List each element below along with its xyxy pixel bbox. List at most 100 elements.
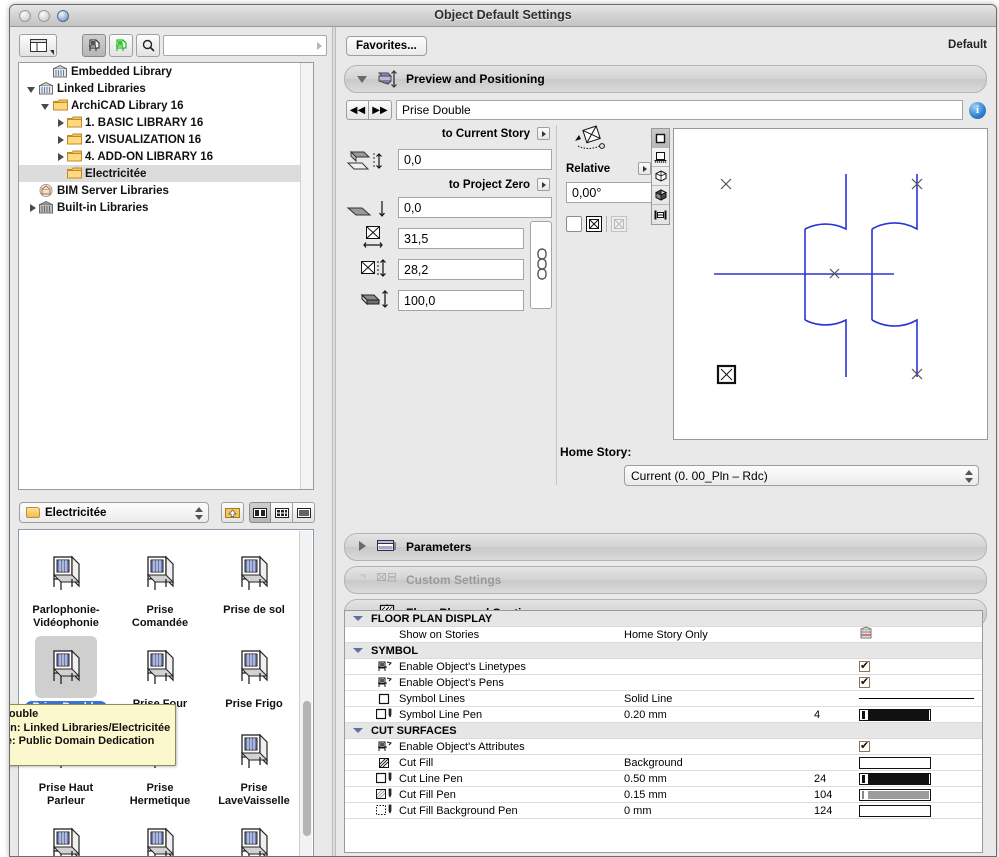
proportion-lock-chain[interactable] bbox=[530, 221, 552, 309]
pane-splitter[interactable] bbox=[332, 27, 336, 857]
anchor-point-alternate-button[interactable] bbox=[611, 216, 627, 232]
library-tree-item[interactable]: 1. BASIC LIBRARY 16 bbox=[19, 114, 313, 131]
folder-popup-stepper-icon[interactable] bbox=[195, 506, 203, 521]
pen-color-swatch[interactable] bbox=[859, 709, 931, 721]
thumbnail-scrollbar-thumb[interactable] bbox=[303, 701, 311, 836]
home-story-popup[interactable]: Current (0. 00_Pln – Rdc) bbox=[624, 465, 979, 486]
to-project-zero-value[interactable]: 0,0 bbox=[398, 197, 552, 218]
view-mode-button[interactable] bbox=[19, 34, 57, 57]
search-scope-arrow-icon[interactable] bbox=[317, 42, 322, 50]
disclosure-triangle-icon[interactable] bbox=[41, 101, 51, 111]
pen-color-swatch[interactable] bbox=[859, 757, 931, 769]
section-header-parameters[interactable]: Parameters bbox=[344, 533, 987, 561]
preview-3d-wireframe-button[interactable] bbox=[652, 167, 669, 186]
library-tree-item[interactable]: ArchiCAD Library 16 bbox=[19, 97, 313, 114]
preview-view-toolbar[interactable] bbox=[651, 128, 670, 225]
object-name-field[interactable]: Prise Double bbox=[396, 100, 963, 120]
search-field-wrapper[interactable] bbox=[163, 35, 327, 56]
library-object-thumbnail[interactable]: Prise Frigo bbox=[207, 632, 301, 716]
checkbox-checked-icon[interactable] bbox=[859, 661, 870, 672]
library-object-thumbnail[interactable]: Prise LaveVaisselle bbox=[207, 716, 301, 810]
to-current-story-popup-arrow-icon[interactable] bbox=[537, 127, 550, 140]
library-tree-item[interactable]: Linked Libraries bbox=[19, 80, 313, 97]
search-button[interactable] bbox=[136, 34, 160, 57]
relative-popup-arrow-icon[interactable] bbox=[638, 162, 651, 175]
library-object-thumbnail[interactable]: Prise de sol bbox=[207, 538, 301, 632]
settings-row-value[interactable]: 0.20 mm bbox=[624, 709, 814, 721]
settings-row-pen-number[interactable]: 104 bbox=[814, 789, 859, 801]
disclosure-triangle-icon[interactable] bbox=[356, 72, 372, 86]
floor-plan-settings-table[interactable]: FLOOR PLAN DISPLAYShow on StoriesHome St… bbox=[344, 610, 983, 853]
disclosure-triangle-icon[interactable] bbox=[27, 84, 37, 94]
disclosure-triangle-icon[interactable] bbox=[27, 203, 37, 213]
library-object-thumbnail[interactable]: Prise Comandée bbox=[113, 538, 207, 632]
folder-popup[interactable]: Electricitée bbox=[19, 502, 209, 523]
to-current-story-value[interactable]: 0,0 bbox=[398, 149, 552, 170]
thumbnail-scrollbar[interactable] bbox=[299, 531, 312, 857]
library-object-thumbnail[interactable]: Prise Micro Onde bbox=[113, 810, 207, 857]
settings-row-pen-number[interactable]: 124 bbox=[814, 805, 859, 817]
group-disclosure-triangle-icon[interactable] bbox=[345, 728, 371, 733]
window-titlebar[interactable]: Object Default Settings bbox=[10, 5, 996, 27]
settings-row[interactable]: Cut Fill Pen0.15 mm104 bbox=[345, 787, 982, 803]
settings-row[interactable]: Cut Fill Background Pen0 mm124 bbox=[345, 803, 982, 819]
checkbox-checked-icon[interactable] bbox=[859, 677, 870, 688]
settings-row[interactable]: Cut Line Pen0.50 mm24 bbox=[345, 771, 982, 787]
show-on-stories-icon[interactable] bbox=[859, 626, 873, 643]
settings-row-value[interactable]: 0.15 mm bbox=[624, 789, 814, 801]
previous-object-button[interactable]: ◀◀ bbox=[346, 100, 369, 120]
rotation-angle-value[interactable]: 0,00° bbox=[566, 182, 652, 203]
library-object-thumbnail[interactable]: Prise réseau bbox=[207, 810, 301, 857]
large-icon-view-button[interactable] bbox=[249, 502, 271, 523]
settings-row-value[interactable]: Home Story Only bbox=[624, 629, 814, 641]
library-tree-item[interactable]: BIM Server Libraries bbox=[19, 182, 313, 199]
settings-group-row[interactable]: FLOOR PLAN DISPLAY bbox=[345, 611, 982, 627]
mirror-none-button[interactable] bbox=[566, 216, 582, 232]
settings-row[interactable]: Enable Object's Linetypes bbox=[345, 659, 982, 675]
library-tree[interactable]: Embedded LibraryLinked LibrariesArchiCAD… bbox=[18, 62, 314, 490]
settings-row[interactable]: Show on StoriesHome Story Only bbox=[345, 627, 982, 643]
library-tree-item[interactable]: 4. ADD-ON LIBRARY 16 bbox=[19, 148, 313, 165]
info-icon[interactable]: i bbox=[969, 102, 986, 119]
disclosure-triangle-icon[interactable] bbox=[55, 135, 65, 145]
preview-3d-shaded-button[interactable] bbox=[652, 186, 669, 205]
parent-folder-button[interactable] bbox=[221, 502, 244, 523]
checkbox-checked-icon[interactable] bbox=[859, 741, 870, 752]
search-input[interactable] bbox=[167, 37, 312, 54]
disclosure-triangle-icon[interactable] bbox=[55, 118, 65, 128]
section-header-preview-positioning[interactable]: Preview and Positioning bbox=[344, 65, 987, 93]
objects-dark-filter-button[interactable] bbox=[82, 34, 106, 57]
settings-row-pen-number[interactable]: 24 bbox=[814, 773, 859, 785]
pen-color-swatch[interactable] bbox=[859, 805, 931, 817]
library-object-thumbnail[interactable]: Prise Machine à Laver bbox=[19, 810, 113, 857]
object-width-value[interactable]: 31,5 bbox=[398, 228, 524, 249]
library-object-thumbnail[interactable]: Parlophonie- Vidéophonie bbox=[19, 538, 113, 632]
library-tree-item[interactable]: Electricitée bbox=[19, 165, 313, 182]
objects-green-filter-button[interactable] bbox=[109, 34, 133, 57]
settings-row-value[interactable]: Background bbox=[624, 757, 814, 769]
settings-group-row[interactable]: SYMBOL bbox=[345, 643, 982, 659]
settings-row[interactable]: Symbol Line Pen0.20 mm4 bbox=[345, 707, 982, 723]
object-thumbnail-browser[interactable]: Parlophonie- VidéophoniePrise ComandéePr… bbox=[18, 529, 314, 857]
settings-row[interactable]: Symbol LinesSolid Line bbox=[345, 691, 982, 707]
settings-group-row[interactable]: CUT SURFACES bbox=[345, 723, 982, 739]
to-project-zero-popup-arrow-icon[interactable] bbox=[537, 178, 550, 191]
library-tree-item[interactable]: 2. VISUALIZATION 16 bbox=[19, 131, 313, 148]
list-view-button[interactable] bbox=[293, 502, 315, 523]
home-story-stepper-icon[interactable] bbox=[965, 469, 973, 484]
settings-row[interactable]: Cut FillBackground bbox=[345, 755, 982, 771]
settings-row[interactable]: Enable Object's Attributes bbox=[345, 739, 982, 755]
object-preview[interactable] bbox=[673, 128, 988, 440]
library-tree-item[interactable]: Embedded Library bbox=[19, 63, 313, 80]
object-height-value[interactable]: 28,2 bbox=[398, 259, 524, 280]
settings-row[interactable]: Enable Object's Pens bbox=[345, 675, 982, 691]
group-disclosure-triangle-icon[interactable] bbox=[345, 648, 371, 653]
preview-2d-symbol-button[interactable] bbox=[652, 129, 669, 148]
favorites-button[interactable]: Favorites... bbox=[346, 36, 427, 56]
settings-row-value[interactable]: 0 mm bbox=[624, 805, 814, 817]
preview-front-view-button[interactable] bbox=[652, 148, 669, 167]
disclosure-triangle-icon[interactable] bbox=[356, 540, 372, 554]
settings-row-value[interactable]: 0.50 mm bbox=[624, 773, 814, 785]
next-object-button[interactable]: ▶▶ bbox=[369, 100, 392, 120]
disclosure-triangle-icon[interactable] bbox=[55, 152, 65, 162]
